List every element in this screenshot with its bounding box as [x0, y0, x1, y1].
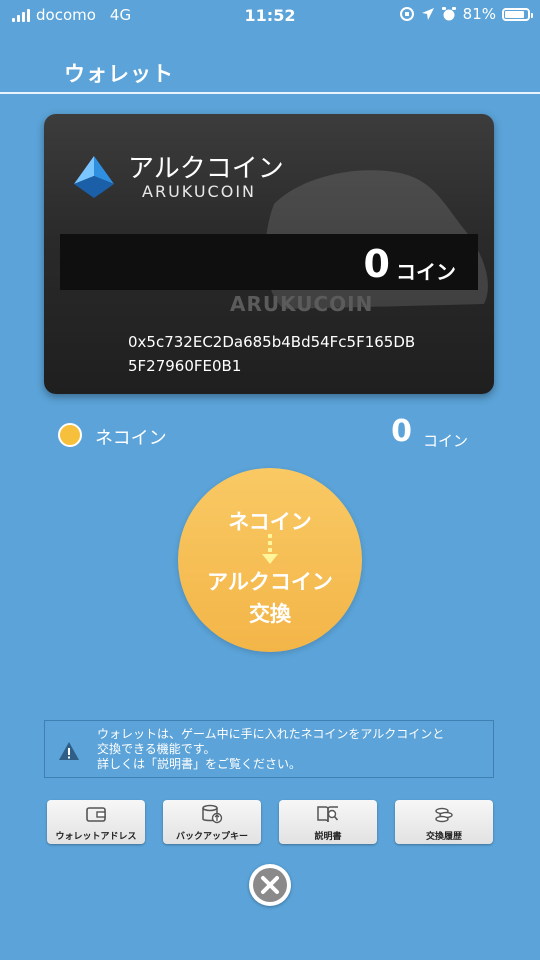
exchange-to-label: アルクコイン [207, 570, 333, 594]
title-divider [0, 92, 540, 94]
card-coin-name: アルクコイン [128, 154, 284, 184]
neko-coin-icon [58, 423, 82, 447]
neko-coin-unit: コイン [422, 432, 468, 450]
location-icon [421, 8, 434, 20]
manual-button[interactable]: 説明書 [279, 800, 377, 844]
neko-coin-amount: 0 [391, 414, 412, 449]
wallet-icon [86, 807, 106, 822]
alarm-icon [441, 7, 456, 21]
neko-coin-label: ネコイン [95, 428, 167, 449]
backup-key-label: バックアップキー [175, 832, 248, 842]
wallet-address-button[interactable]: ウォレットアドレス [47, 800, 145, 844]
coin-balance-unit: コイン [396, 260, 456, 284]
battery-icon [502, 7, 533, 21]
card-coin-subtitle: ARUKUCOIN [142, 182, 256, 201]
exchange-action-label: 交換 [249, 602, 291, 626]
coin-card: ARUKUCOIN アルクコイン ARUKUCOIN 0 コイン 0x5c732… [44, 114, 494, 394]
backup-key-button[interactable]: バックアップキー [163, 800, 261, 844]
close-icon [261, 876, 279, 894]
arrow-down-icon [262, 534, 278, 564]
wallet-address-line2: 5F27960FE0B1 [128, 357, 242, 375]
coins-icon [435, 807, 453, 823]
wallet-address-line1: 0x5c732EC2Da685b4Bd54Fc5F165DB [128, 333, 416, 351]
book-search-icon [317, 806, 339, 823]
close-button[interactable] [249, 864, 291, 906]
card-watermark: ARUKUCOIN [230, 292, 374, 316]
database-backup-icon [202, 804, 223, 824]
battery-percent: 81% [462, 5, 496, 23]
status-right: 81% [399, 5, 533, 23]
notice-line3: 詳しくは「説明書」をご覧ください。 [97, 757, 302, 771]
wallet-address: 0x5c732EC2Da685b4Bd54Fc5F165DB 5F27960FE… [128, 330, 428, 378]
page-title: ウォレット [64, 62, 174, 86]
status-bar: docomo 4G 11:52 81% [0, 0, 540, 32]
warning-icon [59, 742, 79, 760]
exchange-button[interactable]: ネコイン アルクコイン 交換 [178, 468, 362, 652]
wallet-address-label: ウォレットアドレス [55, 832, 137, 842]
notice-line1: ウォレットは、ゲーム中に手に入れたネコインをアルクコインと [97, 727, 445, 741]
notice-line2: 交換できる機能です。 [97, 742, 216, 756]
arukucoin-logo-icon [74, 156, 114, 198]
notice-text: ウォレットは、ゲーム中に手に入れたネコインをアルクコインと 交換できる機能です。… [97, 727, 493, 772]
manual-label: 説明書 [314, 832, 342, 842]
exchange-history-label: 交換履歴 [425, 832, 462, 842]
coin-balance: 0 [363, 242, 390, 286]
info-notice: ウォレットは、ゲーム中に手に入れたネコインをアルクコインと 交換できる機能です。… [44, 720, 494, 778]
orientation-lock-icon [399, 7, 414, 21]
exchange-history-button[interactable]: 交換履歴 [395, 800, 493, 844]
